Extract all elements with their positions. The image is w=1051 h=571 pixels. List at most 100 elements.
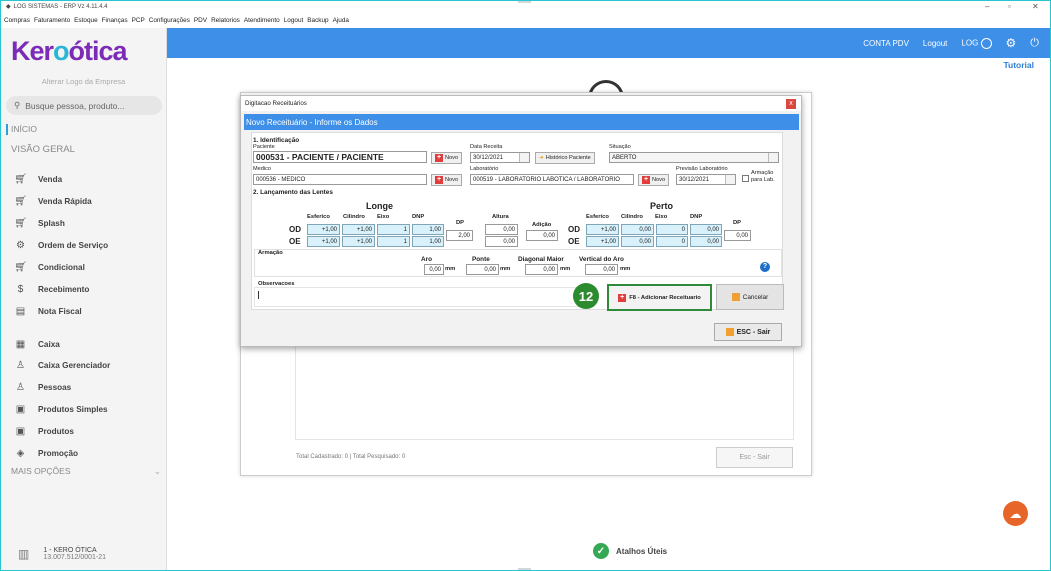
change-logo-link[interactable]: Alterar Logo da Empresa xyxy=(0,77,167,86)
menu-compras[interactable]: Compras xyxy=(4,17,30,24)
sidebar-item-produtos-simples[interactable]: ▣ Produtos Simples xyxy=(14,403,108,415)
menu-ajuda[interactable]: Ajuda xyxy=(333,17,349,24)
menu-pdv[interactable]: PDV xyxy=(194,17,207,24)
sidebar-item-venda-rapida[interactable]: 🛒︎ Venda Rápida xyxy=(14,195,92,207)
novo-paciente-button[interactable]: + Novo xyxy=(431,152,463,164)
longe-oe-eixo[interactable]: 1 xyxy=(377,236,410,247)
search-icon: ⚲ xyxy=(14,100,21,110)
power-icon[interactable]: ⏻ xyxy=(1030,37,1039,50)
sidebar-item-venda[interactable]: 🛒︎ Venda xyxy=(14,173,62,185)
medico-field[interactable]: 000536 - MEDICO xyxy=(253,174,427,185)
armacao-lab-checkbox[interactable] xyxy=(742,175,749,182)
previsao-field[interactable]: 30/12/2021 xyxy=(676,174,736,185)
logout-link[interactable]: Logout xyxy=(923,39,947,48)
longe-oe-cilindro[interactable]: +1,00 xyxy=(342,236,375,247)
sidebar-item-pessoas[interactable]: ♙ Pessoas xyxy=(14,381,71,393)
perto-dp-field[interactable]: 0,00 xyxy=(724,230,751,241)
chat-bubble-icon[interactable]: ☁ xyxy=(1003,501,1028,526)
sidebar-item-recebimento[interactable]: $ Recebimento xyxy=(14,283,90,295)
cancel-button[interactable]: Cancelar xyxy=(716,284,784,310)
sidebar-item-caixa[interactable]: ▦ Caixa xyxy=(14,338,60,350)
novo-medico-button[interactable]: + Novo xyxy=(431,174,463,186)
historico-label: Histórico Paciente xyxy=(545,155,591,161)
cart-icon: 🛒︎ xyxy=(14,261,27,273)
sidebar-item-label: Ordem de Serviço xyxy=(38,240,109,250)
add-button-label: F8 - Adicionar Receituario xyxy=(629,294,701,301)
perto-od-cilindro[interactable]: 0,00 xyxy=(621,224,654,235)
menu-financas[interactable]: Finanças xyxy=(102,17,128,24)
settings-gear-icon[interactable]: ⚙ xyxy=(1006,36,1017,50)
situacao-select[interactable]: ABERTO xyxy=(609,152,779,163)
perto-oe-eixo[interactable]: 0 xyxy=(656,236,688,247)
sidebar-item-condicional[interactable]: 🛒︎ Condicional xyxy=(14,261,85,273)
people-icon: ♙ xyxy=(16,381,25,393)
menu-estoque[interactable]: Estoque xyxy=(74,17,97,24)
atalhos-uteis-link[interactable]: ✓ Atalhos Úteis xyxy=(593,543,667,559)
dialog-close-icon[interactable]: x xyxy=(786,99,796,109)
conta-pdv-link[interactable]: CONTA PDV xyxy=(863,39,909,48)
menu-configuracoes[interactable]: Configurações xyxy=(149,17,190,24)
nav-inicio[interactable]: INÍCIO xyxy=(11,124,37,134)
perto-heading: Perto xyxy=(650,201,674,211)
menu-pcp[interactable]: PCP xyxy=(132,17,145,24)
add-receituario-button[interactable]: + F8 - Adicionar Receituario xyxy=(607,284,712,311)
novo-laboratorio-button[interactable]: + Novo xyxy=(638,174,670,186)
adicao-field[interactable]: 0,00 xyxy=(526,230,558,241)
menu-backup[interactable]: Backup xyxy=(307,17,328,24)
sidebar-item-produtos[interactable]: ▣ Produtos xyxy=(14,425,74,437)
diagonal-field[interactable]: 0,00 xyxy=(525,264,558,275)
perto-oe-esferico[interactable]: +1,00 xyxy=(586,236,619,247)
perto-od-esferico[interactable]: +1,00 xyxy=(586,224,619,235)
sidebar-item-ordem-servico[interactable]: ⚙︎ Ordem de Serviço xyxy=(14,239,108,251)
perto-oe-cilindro[interactable]: 0,00 xyxy=(621,236,654,247)
diagonal-unit: mm xyxy=(560,266,571,272)
longe-oe-altura[interactable]: 0,00 xyxy=(485,236,518,247)
esc-sair-button[interactable]: ESC - Sair xyxy=(714,323,782,341)
tutorial-link[interactable]: Tutorial xyxy=(1003,60,1034,70)
longe-od-altura[interactable]: 0,00 xyxy=(485,224,518,235)
search-input[interactable]: ⚲ Busque pessoa, produto... xyxy=(6,96,162,115)
paciente-field[interactable]: 000531 - PACIENTE / PACIENTE xyxy=(253,151,427,163)
nav-mais-opcoes[interactable]: MAIS OPÇÕES ⌄ xyxy=(11,466,161,476)
longe-oe-esferico[interactable]: +1,00 xyxy=(307,236,340,247)
sidebar-item-label: Venda Rápida xyxy=(38,196,92,206)
ponte-unit: mm xyxy=(500,266,511,272)
armacao-lab-label: Armação para Lab. xyxy=(751,170,775,184)
perto-col-dp: DP xyxy=(733,220,742,226)
close-window-icon[interactable]: ✕ xyxy=(1032,2,1039,11)
longe-od-dnp[interactable]: 1,00 xyxy=(412,224,444,235)
sidebar-item-caixa-gerenciador[interactable]: ♙ Caixa Gerenciador xyxy=(14,359,110,371)
perto-oe-dnp[interactable]: 0,00 xyxy=(690,236,722,247)
background-esc-button[interactable]: Esc - Sair xyxy=(716,447,793,468)
cancel-label: Cancelar xyxy=(742,293,769,301)
aro-field[interactable]: 0,00 xyxy=(424,264,444,275)
longe-od-eixo[interactable]: 1 xyxy=(377,224,410,235)
menu-faturamento[interactable]: Faturamento xyxy=(34,17,70,24)
vertical-field[interactable]: 0,00 xyxy=(585,264,618,275)
historico-paciente-button[interactable]: ➜ Histórico Paciente xyxy=(535,152,595,164)
armacao-group xyxy=(254,249,782,277)
menu-logout[interactable]: Logout xyxy=(284,17,304,24)
longe-dp-field[interactable]: 2,00 xyxy=(446,230,473,241)
menu-relatorios[interactable]: Relatorios xyxy=(211,17,240,24)
nav-visao-geral[interactable]: VISÃO GERAL xyxy=(11,144,75,155)
user-menu[interactable]: LOG xyxy=(961,37,992,49)
longe-od-cilindro[interactable]: +1,00 xyxy=(342,224,375,235)
laboratorio-field[interactable]: 000519 - LABORATORIO LABOTICA / LABORATO… xyxy=(470,174,634,185)
longe-oe-dnp[interactable]: 1,00 xyxy=(412,236,444,247)
sidebar-item-nota-fiscal[interactable]: ▤ Nota Fiscal xyxy=(14,305,82,317)
sidebar-item-splash[interactable]: 🛒︎ Splash xyxy=(14,217,65,229)
sidebar-item-promocao[interactable]: ◈ Promoção xyxy=(14,447,78,459)
minimize-icon[interactable]: – xyxy=(985,2,989,11)
ponte-field[interactable]: 0,00 xyxy=(466,264,499,275)
observacoes-textarea[interactable] xyxy=(254,287,594,307)
data-receita-field[interactable]: 30/12/2021 xyxy=(470,152,530,163)
logo-text-3: ótica xyxy=(68,36,128,66)
perto-od-dnp[interactable]: 0,00 xyxy=(690,224,722,235)
maximize-icon[interactable]: ▫ xyxy=(1008,2,1011,11)
help-icon[interactable]: ? xyxy=(760,262,770,272)
longe-col-dp: DP xyxy=(456,220,465,226)
perto-od-eixo[interactable]: 0 xyxy=(656,224,688,235)
menu-atendimento[interactable]: Atendimento xyxy=(244,17,280,24)
longe-od-esferico[interactable]: +1,00 xyxy=(307,224,340,235)
